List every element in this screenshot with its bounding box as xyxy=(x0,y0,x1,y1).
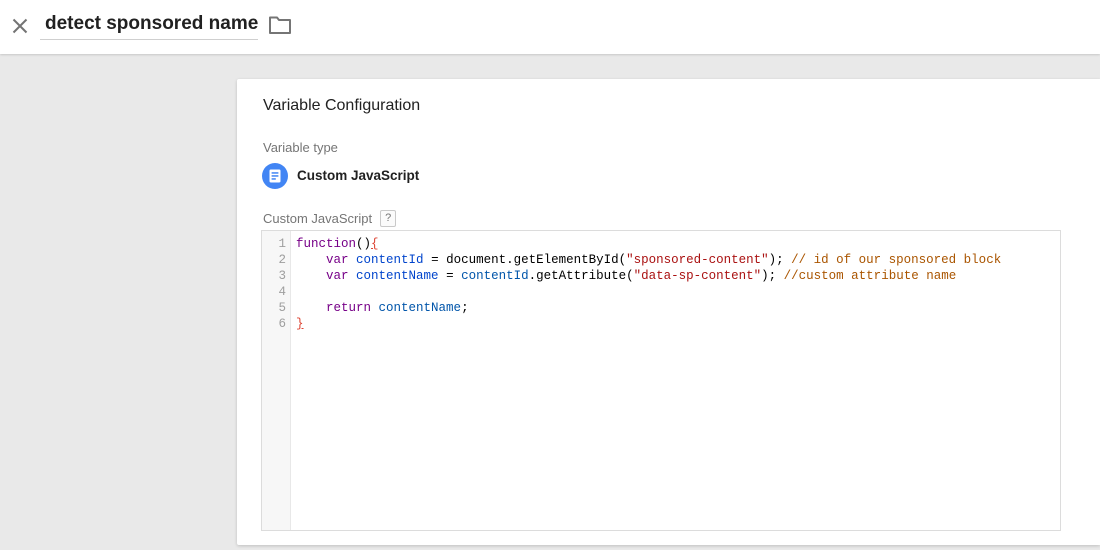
variable-type-row[interactable]: Custom JavaScript xyxy=(262,162,419,189)
code-token-kw: var xyxy=(326,269,349,283)
code-token-str: "data-sp-content" xyxy=(633,269,762,283)
code-token-pl: document.getElementById( xyxy=(446,253,627,267)
code-token-com: //custom attribute name xyxy=(783,269,957,283)
close-button[interactable] xyxy=(6,12,34,40)
folder-button[interactable] xyxy=(266,13,294,39)
code-line: var contentId = document.getElementById(… xyxy=(296,252,1056,268)
close-icon xyxy=(12,18,28,34)
code-token-pl: () xyxy=(356,237,372,251)
line-number-gutter: 1 2 3 4 5 6 xyxy=(262,231,291,530)
line-number: 5 xyxy=(278,301,286,315)
variable-type-label: Variable type xyxy=(263,140,338,155)
code-token-pl: ); xyxy=(761,269,784,283)
help-badge[interactable]: ? xyxy=(380,209,397,227)
code-token-kw: return xyxy=(326,301,372,315)
folder-icon xyxy=(269,16,291,34)
custom-javascript-icon xyxy=(262,162,288,189)
code-token-pl: ); xyxy=(768,253,792,267)
line-number: 4 xyxy=(278,285,286,299)
code-token-pl: = xyxy=(423,253,447,267)
code-token-def: contentName xyxy=(356,269,439,283)
code-token-kw: function xyxy=(296,237,357,251)
code-token-pl: ; xyxy=(461,301,469,315)
code-line: return contentName; xyxy=(296,300,1056,316)
line-number: 2 xyxy=(278,253,286,267)
code-token-br: { xyxy=(371,237,379,251)
code-token-com: // id of our sponsored block xyxy=(791,253,1002,267)
code-token-def: contentId xyxy=(356,253,424,267)
code-token-var: contentName xyxy=(378,301,462,315)
code-token-var: contentId xyxy=(461,269,529,283)
code-token-str: "sponsored-content" xyxy=(626,253,769,267)
code-token-kw: var xyxy=(326,253,349,267)
card-title: Variable Configuration xyxy=(263,97,421,114)
line-number: 6 xyxy=(278,317,286,331)
line-number: 3 xyxy=(278,269,286,283)
code-line: function(){ xyxy=(296,236,1056,252)
code-token-pl: .getAttribute( xyxy=(528,269,634,283)
variable-type-value: Custom JavaScript xyxy=(297,168,420,183)
code-token-br: } xyxy=(296,317,304,331)
variable-configuration-card: Variable Configuration Variable type Cus… xyxy=(237,79,1100,545)
page: { "header": { "title_value": "detect spo… xyxy=(0,0,1100,550)
variable-name-input[interactable]: detect sponsored name xyxy=(40,8,258,40)
code-field-label: Custom JavaScript xyxy=(263,210,373,226)
code-line: } xyxy=(296,316,1056,332)
code-editor[interactable]: 1 2 3 4 5 6 function(){ var contentId = docum… xyxy=(261,230,1061,531)
code-token-pl: = xyxy=(438,269,462,283)
line-number: 1 xyxy=(278,237,286,251)
code-line: var contentName = contentId.getAttribute… xyxy=(296,268,1056,284)
variable-name-text: detect sponsored name xyxy=(45,13,258,34)
top-bar: detect sponsored name xyxy=(0,0,1100,54)
code-content[interactable]: function(){ var contentId = document.get… xyxy=(291,231,1060,530)
code-field-label-row: Custom JavaScript ? xyxy=(263,209,397,227)
